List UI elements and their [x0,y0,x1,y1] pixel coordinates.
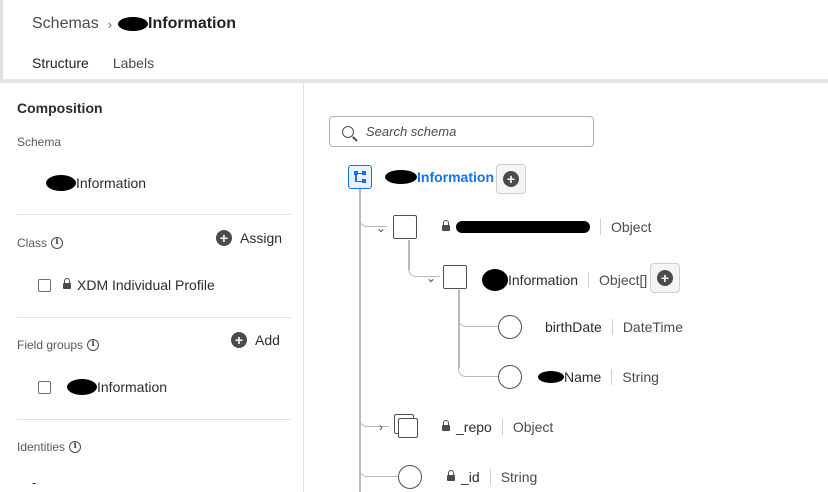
schema-name-label: Information [76,175,147,191]
lock-icon [442,219,450,232]
tree-branch [458,309,498,327]
field-name: birthDate [545,319,602,335]
class-label-text: Class [17,236,48,250]
redaction-mark [538,371,564,383]
tree-branch [359,459,399,477]
field-groups-section-label: Field groups i [17,338,100,352]
lock-icon [442,419,450,432]
tree-branch [359,409,389,427]
identities-section-label: Identities i [17,440,82,454]
field-type: Object [611,219,652,235]
class-item-checkbox[interactable] [38,278,51,292]
field-name: _id [461,469,480,485]
tree-node-id[interactable]: _id String [447,469,537,485]
schema-tree-panel: Information + ⌄ Object ⌄ Information Obj… [305,83,828,492]
tree-node-birthdate[interactable]: birthDate DateTime [545,319,683,335]
tree-line [458,290,460,368]
identities-value: - [32,475,37,490]
lock-icon [447,469,455,482]
section-divider [17,317,291,318]
lock-icon [63,277,71,290]
field-group-label: Information [97,379,168,395]
tab-structure[interactable]: Structure [32,55,89,81]
chevron-down-icon[interactable]: ⌄ [376,221,386,235]
redaction-mark [482,269,508,291]
field-circle-icon [498,315,522,339]
field-type: String [622,369,659,385]
identities-label-text: Identities [17,440,66,454]
redaction-mark [67,379,97,395]
schema-label-text: Schema [17,135,62,149]
redaction-mark [118,17,149,31]
composition-title: Composition [17,100,103,116]
tree-line [359,189,361,492]
field-group-checkbox[interactable] [38,380,51,394]
composition-panel: Composition Schema Information Class i +… [4,83,304,492]
class-section-label: Class i [17,236,64,250]
add-circle-icon: + [503,171,519,187]
field-name: Information [508,272,579,288]
info-icon[interactable]: i [87,339,100,351]
chevron-right-icon[interactable]: › [379,420,383,434]
object-field-icon [393,215,417,239]
breadcrumb-current: Information [118,15,236,33]
tree-node-information[interactable]: Information Object[] [482,269,647,291]
field-circle-icon [498,365,522,389]
field-name: Name [564,369,602,385]
redaction-mark [456,221,590,233]
tab-labels[interactable]: Labels [113,55,154,81]
field-type: String [500,469,538,485]
search-icon [342,125,354,138]
info-icon[interactable]: i [51,237,64,249]
section-divider [17,419,291,420]
add-circle-icon: + [216,230,232,246]
add-field-group-button[interactable]: + Add [231,332,280,348]
field-name: _repo [456,419,492,435]
redaction-mark [385,170,417,184]
breadcrumb-schemas-link[interactable]: Schemas [32,15,99,33]
chevron-right-icon: › [107,16,113,32]
schema-root-node[interactable]: Information [385,169,494,185]
schema-section-label: Schema [17,135,61,149]
add-circle-icon: + [657,270,673,286]
field-groups-label-text: Field groups [17,338,84,352]
assign-label: Assign [240,230,283,246]
search-input[interactable] [366,124,576,139]
field-circle-icon [398,465,422,489]
section-divider [17,214,291,215]
search-box [329,116,594,147]
field-type: DateTime [622,319,683,335]
tree-node-object[interactable]: Object [442,219,651,235]
tree-branch [458,359,498,377]
schema-root-label: Information [417,169,494,185]
class-item: XDM Individual Profile [38,277,215,293]
add-label: Add [255,332,280,348]
array-field-icon [443,265,467,289]
tree-node-name[interactable]: Name String [538,369,659,385]
tab-bar: Structure Labels [32,55,178,81]
info-icon[interactable]: i [69,441,82,453]
schema-root-name: Information [385,169,494,185]
redaction-mark [46,175,76,191]
page-header: Schemas › Information Structure Labels [0,0,828,81]
breadcrumb-current-label: Information [148,15,237,32]
field-type: Object [512,419,554,435]
chevron-down-icon[interactable]: ⌄ [426,271,436,285]
field-group-item: Information [38,379,167,395]
class-item-label: XDM Individual Profile [77,277,215,293]
add-circle-icon: + [231,332,247,348]
assign-class-button[interactable]: + Assign [216,230,282,246]
breadcrumb: Schemas › Information [32,14,236,34]
schema-name[interactable]: Information [46,175,146,191]
schema-root-icon [348,165,372,189]
object-stack-icon [394,414,418,438]
add-field-button[interactable]: + [650,263,680,293]
tree-node-repo[interactable]: _repo Object [442,419,553,435]
add-field-button[interactable]: + [496,164,526,194]
field-type: Object[] [599,272,648,288]
